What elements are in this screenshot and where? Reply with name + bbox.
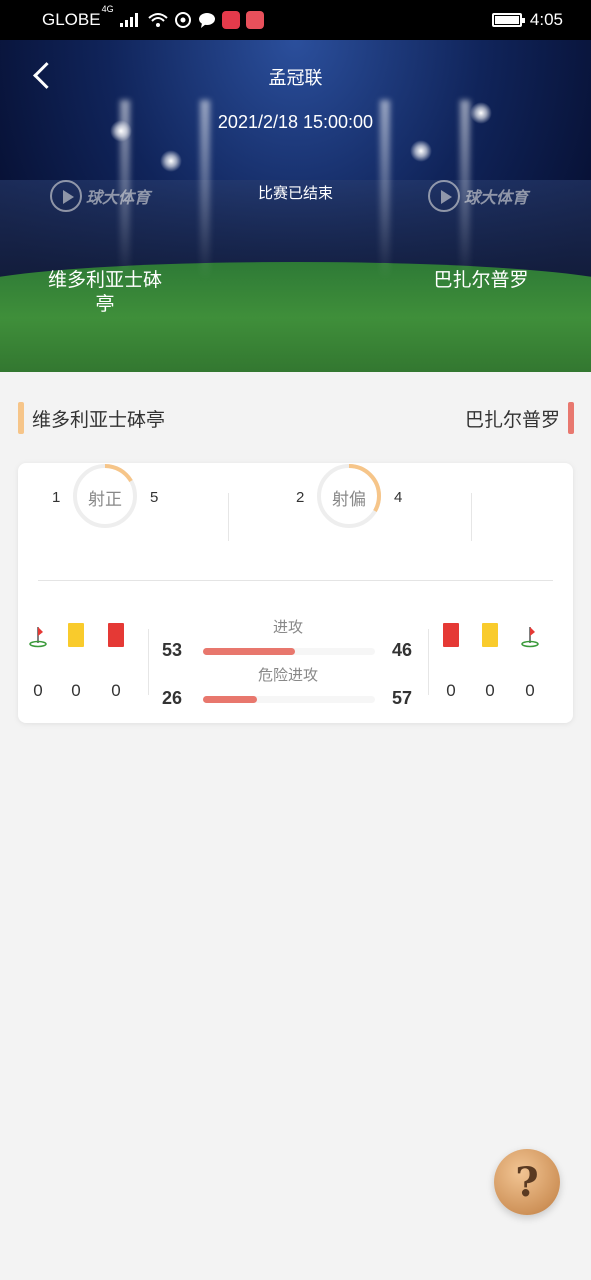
home-color-bar	[18, 402, 24, 434]
sync-icon	[174, 12, 191, 28]
shots-on-target-home: 1	[52, 489, 61, 506]
app-notification-icon	[221, 11, 240, 29]
dangerous-attack-bar-track	[203, 696, 375, 703]
home-corners-count: 0	[33, 681, 43, 700]
home-team-tag: 维多利亚士砵亭	[18, 402, 165, 434]
away-color-bar	[568, 402, 574, 434]
red-card-icon	[108, 623, 124, 647]
shots-off-target-label: 射偏	[332, 490, 366, 510]
shots-off-target-away: 4	[394, 489, 403, 506]
teams-legend: 维多利亚士砵亭 巴扎尔普罗	[18, 400, 574, 436]
chat-bubble-icon	[198, 13, 215, 28]
shots-on-target-ring: 射正	[72, 463, 138, 529]
match-datetime: 2021/2/18 15:00:00	[217, 112, 374, 132]
away-team-name: 巴扎尔普罗	[433, 269, 529, 291]
carrier-name: GLOBE4G	[42, 4, 114, 29]
stadium-light	[160, 150, 182, 172]
away-team-tag: 巴扎尔普罗	[465, 402, 574, 434]
corner-flag-icon	[29, 627, 47, 648]
play-logo-icon	[50, 180, 82, 212]
divider	[471, 493, 472, 541]
yellow-card-icon	[482, 623, 498, 647]
watermark-text: 球大体育	[86, 188, 151, 207]
signal-icon	[119, 13, 138, 27]
shots-off-target-home: 2	[296, 489, 305, 506]
watermark-logo: 球大体育	[50, 180, 150, 212]
divider	[228, 493, 229, 541]
home-yellow-count: 0	[71, 681, 81, 700]
dangerous-attack-bar-fill	[203, 696, 257, 703]
away-team-label: 巴扎尔普罗	[464, 408, 560, 431]
network-type: 4G	[101, 4, 114, 14]
home-red-count: 0	[111, 681, 121, 700]
shots-on-target-label: 射正	[88, 490, 122, 510]
home-team-label: 维多利亚士砵亭	[32, 408, 166, 431]
attack-away: 46	[392, 640, 413, 660]
play-logo-icon	[428, 180, 460, 212]
watermark-text: 球大体育	[464, 188, 529, 207]
shots-off-target-ring: 射偏	[316, 463, 382, 529]
away-red-count: 0	[446, 681, 456, 700]
dangerous-attack-home: 26	[162, 688, 183, 708]
yellow-card-icon	[68, 623, 84, 647]
match-header-banner: 孟冠联 2021/2/18 15:00:00 比赛已结束 球大体育 球大体育 维…	[0, 40, 591, 372]
attack-bar-fill	[203, 648, 296, 655]
shots-on-target: 1 射正 5	[52, 463, 192, 533]
help-button[interactable]: ?	[494, 1149, 560, 1215]
attack-home: 53	[162, 640, 183, 660]
clock: 4:05	[529, 10, 563, 29]
attack-label: 进攻	[272, 618, 303, 636]
battery-icon	[491, 13, 525, 27]
away-corners-count: 0	[525, 681, 535, 700]
dangerous-attack-away: 57	[392, 688, 413, 708]
dangerous-attack-label: 危险进攻	[257, 666, 318, 684]
divider	[148, 629, 149, 695]
divider	[428, 629, 429, 695]
status-right: 4:05	[491, 10, 563, 30]
status-left: GLOBE4G	[42, 4, 264, 30]
stadium-light	[410, 140, 432, 162]
watermark-logo: 球大体育	[428, 180, 528, 212]
question-mark-icon: ?	[515, 1158, 539, 1206]
corner-flag-icon	[521, 627, 539, 648]
attack-bar-track	[203, 648, 375, 655]
huawei-app-icon	[245, 11, 264, 29]
away-yellow-count: 0	[485, 681, 495, 700]
shots-off-target: 2 射偏 4	[296, 463, 436, 533]
stats-card: 1 射正 5 2 射偏 4 0 0 0 进攻 53 46 危险进攻 26 57 …	[18, 463, 573, 723]
league-name: 孟冠联	[268, 68, 323, 89]
horizontal-divider	[38, 580, 553, 581]
red-card-icon	[443, 623, 459, 647]
wifi-icon	[147, 13, 168, 27]
status-bar: GLOBE4G 4:05	[0, 0, 591, 40]
shots-on-target-away: 5	[150, 489, 159, 506]
home-team-name: 维多利亚士砵亭	[47, 269, 162, 315]
